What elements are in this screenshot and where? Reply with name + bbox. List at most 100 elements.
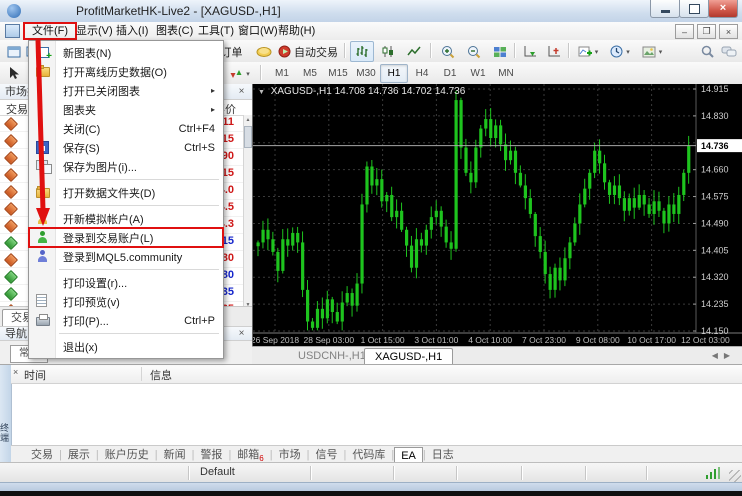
mdi-restore-button[interactable]: ❐ xyxy=(697,24,716,39)
file-menu-item-11[interactable]: 登录到MQL5.community xyxy=(29,247,223,266)
trend-down-icon xyxy=(4,168,18,182)
timeframe-m30[interactable]: M30 xyxy=(352,64,380,83)
market-watch-scrollbar[interactable]: ▲ ▼ xyxy=(243,115,252,310)
chart-tab-xagusd[interactable]: XAGUSD-,H1 xyxy=(364,348,453,365)
terminal-tab-2[interactable]: 展示 xyxy=(62,447,96,463)
terminal-header: × 时间 信息 xyxy=(11,365,742,384)
zoom-in-button[interactable] xyxy=(436,41,460,62)
autoscroll-button[interactable] xyxy=(518,41,542,62)
tile-windows-button[interactable] xyxy=(488,41,512,62)
annotation-arrow xyxy=(28,40,72,240)
svg-text:14.830: 14.830 xyxy=(701,111,729,121)
timeframe-m1[interactable]: M1 xyxy=(268,64,296,83)
menu-item-label: 保存为图片(i)... xyxy=(63,159,137,175)
menubar-item-7[interactable]: 帮助(H) xyxy=(270,23,323,39)
market-watch-close-icon[interactable]: × xyxy=(235,85,248,98)
menu-item-shortcut: Ctrl+F4 xyxy=(179,123,215,135)
terminal-tab-5[interactable]: 警报 xyxy=(194,447,228,463)
menu-item-label: 打开已关闭图表 xyxy=(63,83,140,99)
file-menu-item-15[interactable]: 退出(x) xyxy=(29,337,223,356)
svg-text:12 Oct 03:00: 12 Oct 03:00 xyxy=(681,335,730,345)
timeframe-w1[interactable]: W1 xyxy=(464,64,492,83)
navigator-close-icon[interactable]: × xyxy=(235,327,248,340)
trend-down-icon xyxy=(4,202,18,216)
terminal-close-icon[interactable]: × xyxy=(13,367,18,377)
mdi-close-button[interactable]: × xyxy=(719,24,738,39)
menu-separator xyxy=(59,333,219,334)
scroll-thumb[interactable] xyxy=(244,126,252,148)
close-button[interactable]: × xyxy=(708,0,738,18)
community-button[interactable] xyxy=(717,41,741,62)
window-title: ProfitMarketHK-Live2 - [XAGUSD-,H1] xyxy=(76,4,281,18)
symbols-dropdown-caret[interactable]: ▾ xyxy=(246,70,250,78)
bar-chart-button[interactable] xyxy=(350,41,374,62)
terminal-tab-7[interactable]: 市场 xyxy=(273,447,307,463)
menu-item-shortcut: Ctrl+S xyxy=(184,142,215,154)
tabs-next-icon[interactable]: ▶ xyxy=(724,351,736,360)
autotrading-label: 自动交易 xyxy=(294,44,338,60)
terminal-tab-9[interactable]: 代码库 xyxy=(346,447,391,463)
tile-windows-icon xyxy=(493,46,507,58)
trend-down-icon xyxy=(4,151,18,165)
chart-tab-usdcnh[interactable]: USDCNH-,H1 xyxy=(288,348,376,364)
terminal-tab-10[interactable]: EA xyxy=(394,447,423,464)
periods-dropdown-caret[interactable]: ▾ xyxy=(626,48,630,56)
profile-name[interactable]: Default xyxy=(200,466,235,478)
periods-button[interactable]: ▾ xyxy=(604,41,636,62)
templates-button[interactable]: ▾ xyxy=(636,41,668,62)
templates-dropdown-caret[interactable]: ▾ xyxy=(659,48,663,56)
timeframe-m5[interactable]: M5 xyxy=(296,64,324,83)
menu-item-shortcut: Ctrl+P xyxy=(184,315,215,327)
timeframe-m15[interactable]: M15 xyxy=(324,64,352,83)
indicators-dropdown-caret[interactable]: ▾ xyxy=(595,48,599,56)
svg-text:26 Sep 2018: 26 Sep 2018 xyxy=(253,335,299,345)
scroll-up-icon[interactable]: ▲ xyxy=(244,115,252,125)
zoom-out-icon xyxy=(467,45,481,59)
file-menu-item-14[interactable]: 打印(P)...Ctrl+P xyxy=(29,311,223,330)
deposit-button[interactable] xyxy=(252,41,276,62)
template-icon xyxy=(642,46,656,58)
svg-text:7 Oct 23:00: 7 Oct 23:00 xyxy=(522,335,566,345)
title-bar: ProfitMarketHK-Live2 - [XAGUSD-,H1] × xyxy=(0,0,742,23)
menu-item-label: 退出(x) xyxy=(63,339,98,355)
terminal-tab-3[interactable]: 账户历史 xyxy=(99,447,155,463)
terminal-tab-1[interactable]: 交易 xyxy=(25,447,59,463)
terminal-tab-11[interactable]: 日志 xyxy=(426,447,460,463)
mdi-minimize-button[interactable]: – xyxy=(675,24,694,39)
window-frame-bottom xyxy=(0,482,742,491)
terminal-panel: 终端 × 时间 信息 交易|展示|账户历史|新闻|警报|邮箱6|市场|信号|代码… xyxy=(0,364,742,463)
timeframe-mn[interactable]: MN xyxy=(492,64,520,83)
terminal-tab-8[interactable]: 信号 xyxy=(309,447,343,463)
line-chart-button[interactable] xyxy=(402,41,426,62)
terminal-column-time[interactable]: 时间 xyxy=(24,367,46,383)
file-menu-item-12[interactable]: 打印设置(r)... xyxy=(29,273,223,292)
chart-caret-icon[interactable]: ▼ xyxy=(258,89,265,96)
terminal-side-tab[interactable]: 终端 xyxy=(0,423,11,443)
search-button[interactable] xyxy=(696,41,718,62)
app-logo-icon xyxy=(7,4,21,18)
timeframe-h4[interactable]: H4 xyxy=(408,64,436,83)
terminal-tab-4[interactable]: 新闻 xyxy=(158,447,192,463)
chart-shift-button[interactable] xyxy=(542,41,566,62)
tabs-prev-icon[interactable]: ◀ xyxy=(712,351,724,360)
candlestick-chart-button[interactable] xyxy=(376,41,400,62)
chart-plot[interactable]: 26 Sep 201828 Sep 03:001 Oct 15:003 Oct … xyxy=(253,84,742,346)
symbols-button[interactable]: ▾ xyxy=(224,63,256,84)
timeframe-h1[interactable]: H1 xyxy=(380,64,408,83)
terminal-column-message[interactable]: 信息 xyxy=(150,367,172,383)
indicators-button[interactable]: ▾ xyxy=(572,41,604,62)
autotrading-button[interactable]: 自动交易 xyxy=(276,41,340,62)
resize-grip[interactable] xyxy=(729,470,741,482)
terminal-tab-6[interactable]: 邮箱6 xyxy=(231,447,269,463)
chart-window-icon[interactable] xyxy=(5,24,20,38)
file-menu-item-13[interactable]: 打印预览(v) xyxy=(29,292,223,311)
chart-window[interactable]: ▼ XAGUSD-,H1 14.708 14.736 14.702 14.736… xyxy=(252,84,742,346)
minimize-icon xyxy=(661,10,670,13)
restore-button[interactable] xyxy=(679,0,709,18)
restore-icon xyxy=(689,4,700,14)
timeframe-d1[interactable]: D1 xyxy=(436,64,464,83)
zoom-out-button[interactable] xyxy=(462,41,486,62)
svg-text:14.150: 14.150 xyxy=(701,326,729,336)
cursor-button[interactable] xyxy=(3,63,25,84)
minimize-button[interactable] xyxy=(650,0,680,18)
